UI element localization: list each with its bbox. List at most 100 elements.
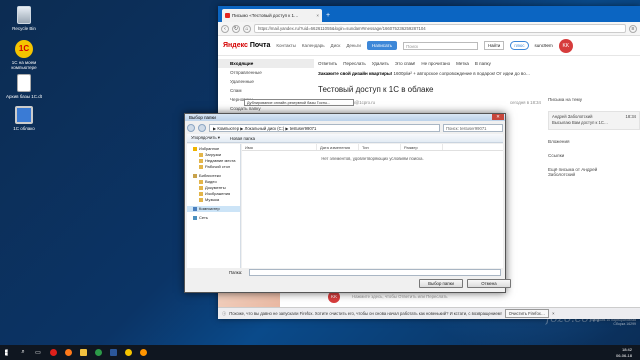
quick-reply-input[interactable]: Нажмите здесь, чтобы Ответить или Пересл… xyxy=(352,294,448,299)
ad-banner[interactable]: Закажите свой дизайн квартиры! 1600р/м² … xyxy=(318,71,640,80)
desktop-icon-label: Recycle Bin xyxy=(12,26,36,31)
column-date[interactable]: Дата изменения xyxy=(317,144,359,150)
ad-title: Закажите свой дизайн квартиры! xyxy=(318,71,393,76)
start-button[interactable] xyxy=(3,348,13,358)
url-bar[interactable]: https://mail.yandex.ru/?uid=662611055&lo… xyxy=(254,24,626,33)
organize-button[interactable]: Упорядочить ▾ xyxy=(191,135,220,141)
opera-icon xyxy=(49,349,57,356)
notification-text: Похоже, что вы давно не запускали Firefo… xyxy=(229,311,502,316)
taskbar-app-chrome[interactable] xyxy=(93,348,103,358)
dialog-toolbar: Упорядочить ▾ Новая папка xyxy=(187,134,503,143)
task-view-icon[interactable]: ▭ xyxy=(33,348,43,358)
nav-disk[interactable]: Диск xyxy=(331,43,341,48)
yandex-mail-logo[interactable]: Яндекс Почта xyxy=(223,42,270,49)
delete-button[interactable]: Удалить xyxy=(372,61,389,66)
menu-icon[interactable]: ≡ xyxy=(629,24,637,33)
nav-calendar[interactable]: Календарь xyxy=(302,43,325,48)
clock-date: 06-06-18 xyxy=(615,352,632,358)
column-type[interactable]: Тип xyxy=(359,144,401,150)
dialog-close-button[interactable]: ✕ xyxy=(492,114,504,120)
unread-button[interactable]: Не прочитано xyxy=(421,61,450,66)
ad-text: 1600р/м² + авторское сопровождение в под… xyxy=(392,71,531,76)
taskbar-app-firefox-active[interactable] xyxy=(138,348,148,358)
system-clock[interactable]: 18:42 06-06-18 xyxy=(616,347,640,357)
desktop-icon-recycle-bin[interactable]: Recycle Bin xyxy=(2,6,46,31)
cancel-button[interactable]: Отмена xyxy=(467,279,511,288)
folder-icon xyxy=(199,192,203,196)
compose-button[interactable]: Написать xyxy=(366,41,398,50)
nav-money[interactable]: Деньги xyxy=(346,43,361,48)
file-list-header: Имя Дата изменения Тип Размер xyxy=(242,144,503,151)
word-icon xyxy=(109,349,117,356)
folder-sent[interactable]: Отправленные xyxy=(218,68,314,77)
card-sender: Андрей Заболотский xyxy=(552,114,593,119)
home-icon[interactable]: ⌂ xyxy=(243,24,251,33)
taskbar-app-1c[interactable] xyxy=(123,348,133,358)
back-icon[interactable] xyxy=(187,123,195,132)
tree-item-label: Музыка xyxy=(205,197,220,202)
refresh-firefox-button[interactable]: Очистить Firefox… xyxy=(504,309,550,318)
plus-badge[interactable]: плюс xyxy=(510,41,529,50)
more-from-heading[interactable]: Ещё письма от Андрей Заболотский xyxy=(548,167,640,177)
nav-contacts[interactable]: Контакты xyxy=(276,43,295,48)
reload-icon[interactable]: ↻ xyxy=(232,24,240,33)
links-heading[interactable]: Ссылки xyxy=(548,153,640,158)
column-name[interactable]: Имя xyxy=(242,144,317,150)
1c-icon: 1С xyxy=(15,40,33,58)
search-icon[interactable]: ⌕ xyxy=(18,348,28,358)
dialog-title: Выбор папки xyxy=(185,114,505,121)
chrome-icon xyxy=(94,349,102,356)
column-size[interactable]: Размер xyxy=(401,144,443,150)
reply-button[interactable]: Ответить xyxy=(318,61,337,66)
folder-icon xyxy=(79,349,87,356)
new-folder-button[interactable]: Новая папка xyxy=(230,136,255,141)
folder-icon xyxy=(199,180,203,184)
related-letter-card[interactable]: Андрей Заболотский 18:34 Высылаю Вам дос… xyxy=(548,111,640,130)
attachments-heading[interactable]: Вложения xyxy=(548,139,640,144)
document-icon xyxy=(17,74,31,92)
spam-button[interactable]: Это спам! xyxy=(395,61,416,66)
label-button[interactable]: Метка xyxy=(456,61,469,66)
desktop-icon-label: Архив базы 1С.dt xyxy=(5,94,43,99)
logo-mail: Почта xyxy=(249,42,271,49)
mail-search-input[interactable]: Поиск xyxy=(403,41,479,50)
taskbar-app-opera[interactable] xyxy=(48,348,58,358)
new-tab-icon[interactable]: + xyxy=(326,9,330,22)
recycle-bin-icon xyxy=(17,6,31,24)
folder-deleted[interactable]: Удаленные xyxy=(218,77,314,86)
dialog-address-row: ▶ Компьютер ▶ Локальный диск (C:) ▶ test… xyxy=(187,123,503,132)
taskbar-app-explorer[interactable] xyxy=(78,348,88,358)
user-name[interactable]: sunc9em xyxy=(535,43,553,48)
desktop-icon-1c-local[interactable]: 1С 1С на моем компьютере xyxy=(2,40,46,71)
folder-input[interactable] xyxy=(249,269,501,276)
folder-spam[interactable]: Спам xyxy=(218,86,314,95)
info-icon: ⓘ xyxy=(222,310,227,316)
move-to-folder-button[interactable]: В папку xyxy=(475,61,491,66)
desktop-icon-archive[interactable]: Архив базы 1С.dt xyxy=(2,74,46,99)
close-icon[interactable]: × xyxy=(552,311,554,316)
desktop-icon-1c-cloud[interactable]: 1С облако xyxy=(2,106,46,131)
more-from-line: Заболотский xyxy=(548,171,576,177)
tree-item[interactable]: Сеть xyxy=(187,215,240,221)
dialog-search-input[interactable]: Поиск: testuser99071 xyxy=(443,123,503,132)
file-list[interactable]: Имя Дата изменения Тип Размер Нет элемен… xyxy=(242,144,503,268)
folder-icon xyxy=(199,198,203,202)
thread-sidebar: Письма на тему Андрей Заболотский 18:34 … xyxy=(548,97,640,177)
firefox-icon xyxy=(64,349,72,356)
folder-inbox[interactable]: Входящие xyxy=(218,59,314,68)
close-icon[interactable]: × xyxy=(316,13,319,18)
tree-item-label: Сеть xyxy=(199,215,208,220)
avatar[interactable]: KK xyxy=(558,38,573,53)
folder-icon xyxy=(193,207,197,211)
browser-tab[interactable]: Письмо «Тестовый доступ к 1… × xyxy=(222,9,322,22)
forward-icon[interactable] xyxy=(198,123,206,132)
select-folder-dialog: Выбор папки ✕ ▶ Компьютер ▶ Локальный ди… xyxy=(184,113,511,293)
browser-navbar: ‹ ↻ ⌂ https://mail.yandex.ru/?uid=662611… xyxy=(218,22,640,36)
taskbar-app-word[interactable] xyxy=(108,348,118,358)
forward-button[interactable]: Переслать xyxy=(343,61,365,66)
back-icon[interactable]: ‹ xyxy=(221,24,229,33)
select-folder-button[interactable]: Выбор папки xyxy=(419,279,463,288)
taskbar-app-firefox[interactable] xyxy=(63,348,73,358)
find-button[interactable]: Найти xyxy=(484,41,505,50)
address-path[interactable]: ▶ Компьютер ▶ Локальный диск (C:) ▶ test… xyxy=(209,123,440,132)
